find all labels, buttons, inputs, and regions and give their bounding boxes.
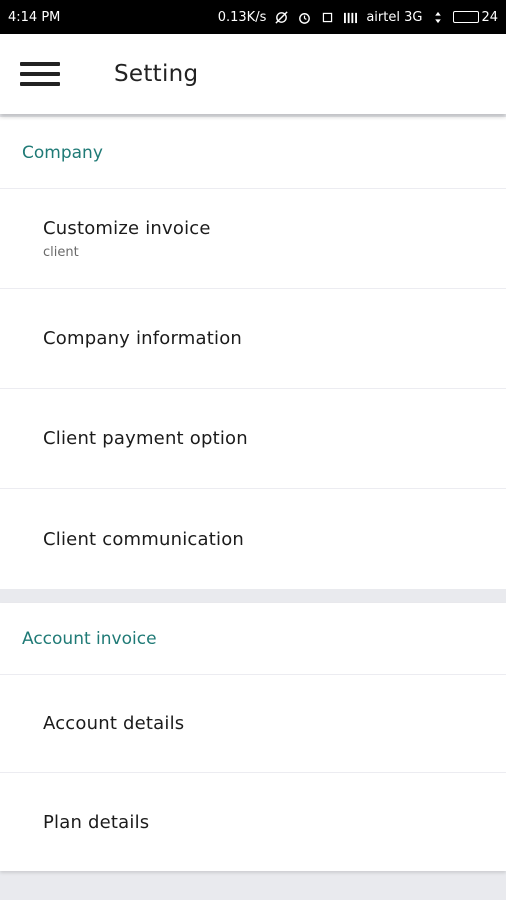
settings-item-company-information[interactable]: Company information	[0, 289, 506, 389]
account-invoice-section: Account invoice Account details Plan det…	[0, 603, 506, 871]
hamburger-menu-icon[interactable]	[20, 59, 60, 89]
screen-icon	[320, 10, 335, 25]
carrier-name: airtel 3G	[366, 9, 423, 25]
app-bar: Setting	[0, 34, 506, 114]
settings-item-client-communication[interactable]: Client communication	[0, 489, 506, 589]
item-title: Account details	[43, 713, 185, 734]
data-arrows-icon	[430, 10, 445, 25]
item-subtitle: client	[43, 244, 79, 260]
alarm-icon	[297, 10, 312, 25]
item-title: Company information	[43, 328, 243, 349]
battery-icon: 24	[453, 10, 498, 25]
network-speed: 0.13K/s	[217, 9, 267, 25]
settings-item-account-details[interactable]: Account details	[0, 675, 506, 773]
battery-level: 24	[481, 9, 498, 25]
settings-item-plan-details[interactable]: Plan details	[0, 773, 506, 871]
settings-item-customize-invoice[interactable]: Customize invoice client	[0, 189, 506, 289]
status-bar: 4:14 PM 0.13K/s airtel 3G 24	[0, 0, 506, 34]
item-title: Client communication	[43, 528, 245, 550]
section-header-account: Account invoice	[0, 603, 506, 675]
signal-icon	[343, 10, 358, 25]
settings-item-client-payment-option[interactable]: Client payment option	[0, 389, 506, 489]
status-time: 4:14 PM	[8, 9, 61, 25]
status-indicators: 0.13K/s airtel 3G 24	[218, 10, 498, 25]
company-section: Company Customize invoice client Company…	[0, 117, 506, 589]
item-title: Client payment option	[43, 428, 248, 449]
section-header-company: Company	[0, 117, 506, 189]
item-title: Plan details	[43, 811, 150, 833]
sync-off-icon	[274, 10, 289, 25]
item-title: Customize invoice	[43, 217, 211, 239]
page-title: Setting	[114, 61, 199, 87]
